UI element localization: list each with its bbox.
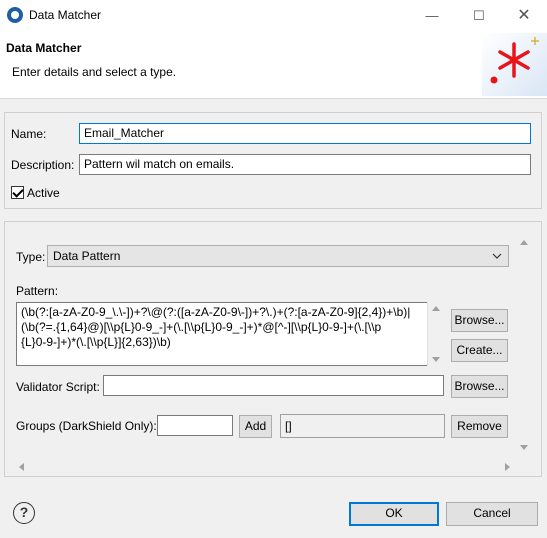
groups-list: [] xyxy=(280,414,445,438)
type-select[interactable]: Data Pattern xyxy=(47,245,509,267)
pattern-line: {L}0-9-]+)*(\.[\\p{L}]{2,63})\b) xyxy=(21,335,171,349)
pattern-create-button[interactable]: Create... xyxy=(451,339,508,362)
description-label: Description: xyxy=(11,158,75,172)
type-label: Type: xyxy=(16,250,46,264)
name-label: Name: xyxy=(11,127,47,141)
groups-label: Groups (DarkShield Only): xyxy=(16,419,157,433)
scroll-down-icon[interactable] xyxy=(432,357,440,363)
group-vertical-scrollbar[interactable] xyxy=(515,233,532,459)
pattern-textarea[interactable]: (\b(?:[a-zA-Z0-9_\.\-])+?\@(?:([a-zA-Z0-… xyxy=(16,302,443,366)
group-horizontal-scrollbar[interactable] xyxy=(14,459,515,476)
scroll-down-icon[interactable] xyxy=(520,445,528,451)
active-label: Active xyxy=(27,186,60,200)
title-bar: Data Matcher — ☐ ✕ xyxy=(0,0,547,31)
cancel-button[interactable]: Cancel xyxy=(446,502,538,526)
pattern-line: (\b(?=.{1,64}@)[\\p{L}0-9_-]+(\.[\\p{L}0… xyxy=(21,320,382,334)
dialog-title: Data Matcher xyxy=(6,41,82,55)
help-icon[interactable]: ? xyxy=(13,502,35,524)
asterisk-logo-icon xyxy=(482,33,547,96)
close-button[interactable]: ✕ xyxy=(501,0,547,31)
scroll-up-icon[interactable] xyxy=(432,305,440,311)
description-input[interactable]: Pattern wil match on emails. xyxy=(79,154,531,175)
validator-label: Validator Script: xyxy=(16,380,100,394)
maximize-button[interactable]: ☐ xyxy=(456,0,502,31)
scroll-up-icon[interactable] xyxy=(520,239,528,245)
chevron-down-icon xyxy=(492,253,502,259)
app-logo-icon xyxy=(7,7,23,23)
scroll-right-icon[interactable] xyxy=(505,463,511,471)
dialog-subtitle: Enter details and select a type. xyxy=(12,65,177,79)
ok-button[interactable]: OK xyxy=(349,502,439,526)
groups-add-button[interactable]: Add xyxy=(239,415,272,438)
scroll-left-icon[interactable] xyxy=(18,463,24,471)
pattern-browse-button[interactable]: Browse... xyxy=(451,309,508,332)
groups-input[interactable] xyxy=(157,415,233,436)
validator-input[interactable] xyxy=(103,375,444,396)
window-title: Data Matcher xyxy=(29,8,102,22)
pattern-label: Pattern: xyxy=(16,284,59,298)
type-select-value: Data Pattern xyxy=(53,249,121,263)
name-input[interactable]: Email_Matcher xyxy=(79,123,531,144)
validator-browse-button[interactable]: Browse... xyxy=(451,375,508,398)
groups-remove-button[interactable]: Remove xyxy=(451,415,508,438)
pattern-scrollbar[interactable] xyxy=(427,302,443,366)
minimize-button[interactable]: — xyxy=(409,0,455,31)
pattern-line: (\b(?:[a-zA-Z0-9_\.\-])+?\@(?:([a-zA-Z0-… xyxy=(21,305,411,319)
active-checkbox[interactable] xyxy=(11,186,24,199)
header-divider xyxy=(0,98,547,99)
dialog-header: Data Matcher Enter details and select a … xyxy=(0,31,547,99)
